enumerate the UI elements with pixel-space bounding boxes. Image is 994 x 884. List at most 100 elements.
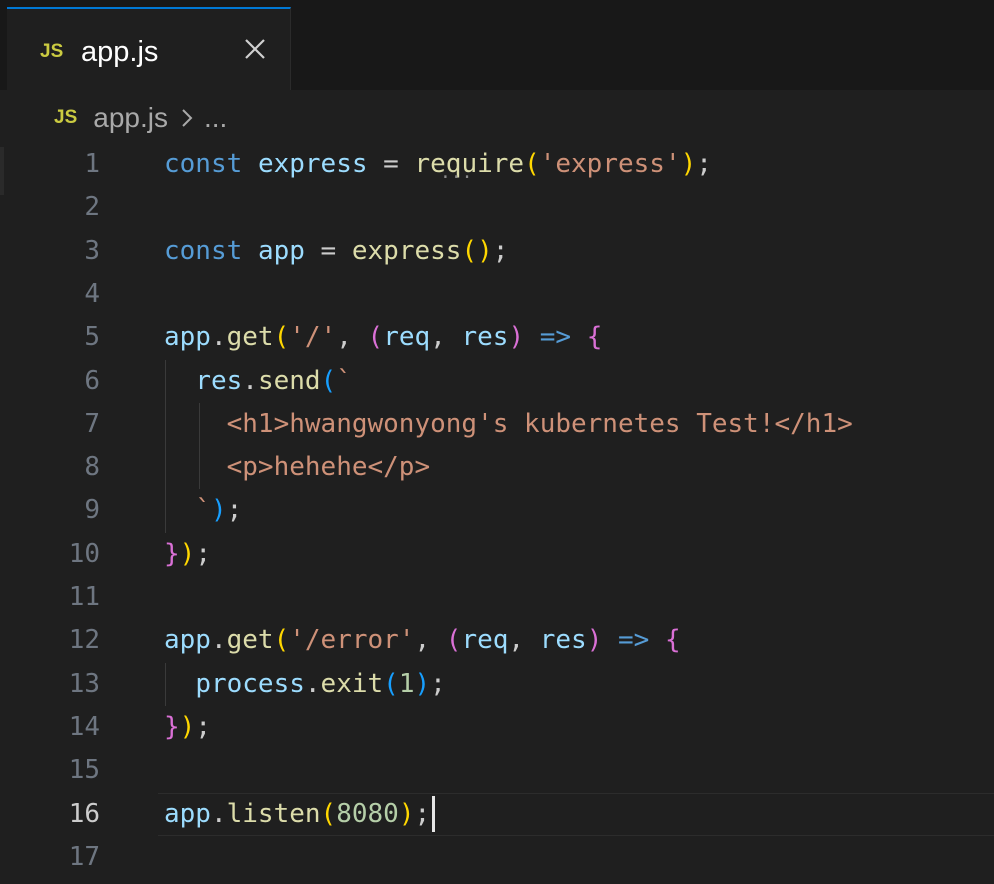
code-token: const bbox=[164, 235, 243, 266]
code-line[interactable]: 15 bbox=[0, 749, 994, 792]
code-token: listen bbox=[226, 798, 321, 829]
code-token: ( bbox=[383, 668, 399, 699]
line-number: 15 bbox=[68, 755, 100, 786]
code-line[interactable]: 11 bbox=[0, 576, 994, 619]
code-line[interactable]: 7 <h1>hwangwonyong's kubernetes Test!</h… bbox=[0, 403, 994, 446]
code-text[interactable]: app.get('/error', (req, res) => { bbox=[164, 619, 681, 662]
code-editor[interactable]: 1 const express = require('express'); 2 3 co… bbox=[0, 143, 994, 884]
code-text[interactable]: }); bbox=[164, 706, 211, 749]
breadcrumb-more[interactable]: ... bbox=[204, 102, 227, 134]
code-line[interactable]: 5 app.get('/', (req, res) => { bbox=[0, 316, 994, 359]
code-token: app bbox=[164, 798, 211, 829]
code-token: express bbox=[257, 149, 368, 179]
code-text[interactable]: <h1>hwangwonyong's kubernetes Test!</h1> bbox=[164, 403, 853, 446]
code-text[interactable]: app.get('/', (req, res) => { bbox=[164, 316, 602, 359]
code-line[interactable]: 10}); bbox=[0, 533, 994, 576]
line-number: 11 bbox=[68, 582, 100, 612]
code-token: => bbox=[539, 322, 572, 353]
code-token: express bbox=[351, 235, 462, 266]
code-token: '/error' bbox=[289, 625, 415, 656]
code-line[interactable]: 9 `); bbox=[0, 489, 994, 532]
code-token: ; bbox=[414, 798, 431, 829]
code-token: <p>hehehe</p> bbox=[226, 452, 431, 483]
code-token: get bbox=[226, 322, 274, 353]
breadcrumb-file[interactable]: app.js bbox=[93, 102, 168, 134]
line-number: 3 bbox=[84, 235, 100, 266]
code-line[interactable]: 8 <p>hehehe</p> bbox=[0, 446, 994, 489]
code-token: ; bbox=[195, 711, 211, 742]
code-token: = bbox=[304, 235, 352, 266]
code-token: '/' bbox=[289, 322, 337, 353]
code-token: ) bbox=[586, 625, 603, 656]
code-token: ; bbox=[195, 538, 211, 569]
code-text[interactable]: <p>hehehe</p> bbox=[164, 446, 431, 489]
code-token: . bbox=[210, 322, 227, 353]
code-token: ; bbox=[696, 149, 712, 179]
code-token: = bbox=[367, 149, 415, 179]
breadcrumb: JS app.js ... bbox=[54, 100, 227, 136]
js-file-icon: JS bbox=[40, 41, 64, 62]
code-token: ) bbox=[680, 149, 697, 179]
code-text[interactable]: app.listen(8080); bbox=[164, 793, 436, 836]
code-token: , bbox=[508, 625, 540, 656]
line-number: 6 bbox=[84, 365, 100, 396]
code-token: app bbox=[164, 625, 211, 656]
code-token: ( bbox=[320, 365, 337, 396]
code-token: 'express' bbox=[539, 149, 681, 179]
indent-guide bbox=[199, 402, 200, 490]
code-line[interactable]: 16 app.listen(8080); bbox=[0, 792, 994, 836]
line-number: 9 bbox=[84, 495, 100, 526]
code-token: ( bbox=[273, 322, 290, 353]
code-token: ) bbox=[210, 495, 227, 526]
code-token: req bbox=[383, 322, 431, 353]
line-number: 8 bbox=[84, 452, 100, 483]
code-line[interactable]: 17 bbox=[0, 836, 994, 879]
code-token: ) bbox=[179, 711, 196, 742]
code-token: 1 bbox=[398, 668, 415, 699]
code-line[interactable]: 13 process.exit(1); bbox=[0, 663, 994, 706]
code-text[interactable]: }); bbox=[164, 533, 211, 576]
code-token: () bbox=[461, 235, 493, 266]
code-line[interactable]: 2 bbox=[0, 186, 994, 229]
code-token: , bbox=[430, 322, 462, 353]
code-token: res bbox=[461, 322, 509, 353]
code-text[interactable]: `); bbox=[164, 489, 242, 532]
code-token: , bbox=[414, 625, 446, 656]
tab-title[interactable]: app.js bbox=[81, 36, 158, 69]
code-token: get bbox=[226, 625, 274, 656]
code-line[interactable]: 4 bbox=[0, 273, 994, 316]
code-text[interactable]: const app = express(); bbox=[164, 230, 508, 273]
code-token: . bbox=[242, 365, 258, 396]
code-line[interactable]: 12 app.get('/error', (req, res) => { bbox=[0, 619, 994, 662]
code-token: ( bbox=[524, 149, 540, 179]
code-text[interactable]: process.exit(1); bbox=[164, 663, 445, 706]
line-number: 7 bbox=[84, 408, 100, 439]
code-line[interactable]: 3 const app = express(); bbox=[0, 230, 994, 273]
code-token: res bbox=[195, 365, 243, 396]
tab-app-js[interactable]: JS app.js bbox=[7, 7, 291, 90]
code-token: . bbox=[304, 668, 321, 699]
code-text[interactable]: const express = require('express'); bbox=[164, 143, 712, 186]
code-line[interactable]: 14}); bbox=[0, 706, 994, 749]
code-token: <h1>hwangwonyong's kubernetes Test!</h1> bbox=[226, 408, 853, 439]
code-text[interactable]: res.send(` bbox=[164, 360, 352, 403]
code-token: const bbox=[164, 149, 243, 179]
close-icon[interactable] bbox=[243, 37, 267, 61]
code-token: ) bbox=[179, 538, 196, 569]
line-number: 16 bbox=[68, 798, 100, 829]
code-line[interactable]: 1 const express = require('express'); bbox=[0, 143, 994, 186]
code-token: , bbox=[336, 322, 368, 353]
code-token: app bbox=[257, 235, 305, 266]
code-token: req bbox=[461, 625, 509, 656]
code-token: { bbox=[664, 625, 681, 656]
code-token: app bbox=[164, 322, 211, 353]
code-token: ( bbox=[320, 798, 337, 829]
code-line[interactable]: 6 res.send(` bbox=[0, 360, 994, 403]
